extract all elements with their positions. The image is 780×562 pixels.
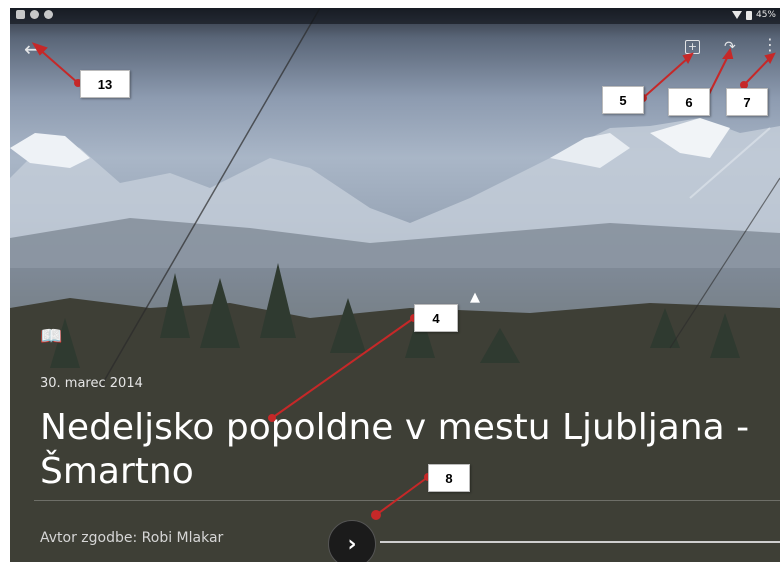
callout-7: 7 (726, 88, 768, 116)
progress-track (380, 541, 780, 543)
story-title: Nedeljsko popoldne v mestu Ljubljana - Š… (40, 406, 760, 494)
mouse-cursor-icon: ▲ (470, 290, 480, 305)
story-author: Avtor zgodbe: Robi Mlakar (40, 530, 224, 546)
back-arrow-icon[interactable]: ← (24, 39, 41, 59)
callout-5: 5 (602, 86, 644, 114)
callout-4: 4 (414, 304, 458, 332)
add-to-album-icon[interactable]: + (685, 40, 700, 54)
notification-icon (16, 10, 25, 19)
notification-icon (44, 10, 53, 19)
chevron-right-icon: › (347, 531, 357, 557)
battery-icon (745, 10, 752, 20)
next-page-button[interactable]: › (328, 520, 376, 562)
story-date: 30. marec 2014 (40, 376, 143, 391)
notification-icon (30, 10, 39, 19)
callout-8: 8 (428, 464, 470, 492)
battery-level: 45% (755, 10, 776, 20)
callout-13: 13 (80, 70, 130, 98)
more-vertical-icon[interactable]: ⋮ (762, 37, 778, 53)
share-icon[interactable]: ↷ (724, 40, 736, 54)
story-title-line2: Šmartno (40, 451, 194, 492)
story-title-line1: Nedeljsko popoldne v mestu Ljubljana - (40, 407, 750, 448)
wifi-icon (731, 11, 742, 19)
status-bar: 45% (10, 8, 780, 24)
book-icon: 📖 (40, 326, 63, 347)
callout-6: 6 (668, 88, 710, 116)
divider (34, 500, 780, 501)
